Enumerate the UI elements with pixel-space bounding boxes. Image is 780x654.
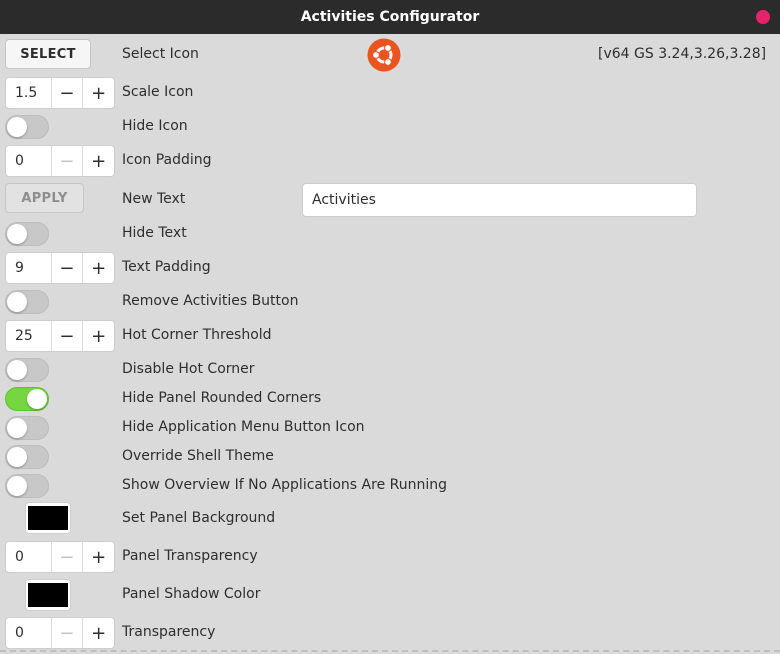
hot-corner-threshold-decrement-button[interactable]: − <box>52 321 84 351</box>
hot-corner-threshold-increment-button[interactable]: + <box>83 321 114 351</box>
text-padding-label: Text Padding <box>122 259 211 275</box>
panel-shadow-label: Panel Shadow Color <box>122 586 261 602</box>
icon-padding-increment-button[interactable]: + <box>83 146 114 176</box>
hot-corner-threshold-value[interactable]: 25 <box>6 321 52 351</box>
scale-icon-value[interactable]: 1.5 <box>6 78 52 108</box>
panel-background-label: Set Panel Background <box>122 510 276 526</box>
override-shell-theme-toggle[interactable] <box>5 445 49 469</box>
show-overview-toggle[interactable] <box>5 474 49 498</box>
remove-activities-label: Remove Activities Button <box>122 293 299 309</box>
hide-icon-label: Hide Icon <box>122 118 188 134</box>
icon-padding-decrement-button[interactable]: − <box>52 146 84 176</box>
panel-transparency-increment-button[interactable]: + <box>83 542 114 572</box>
hide-app-menu-icon-toggle[interactable] <box>5 416 49 440</box>
color-swatch <box>28 506 68 530</box>
hide-text-label: Hide Text <box>122 225 187 241</box>
toggle-knob <box>27 389 47 409</box>
transparency-decrement-button[interactable]: − <box>52 618 84 648</box>
disable-hot-corner-label: Disable Hot Corner <box>122 361 255 377</box>
new-text-label: New Text <box>122 191 186 207</box>
disable-hot-corner-toggle[interactable] <box>5 358 49 382</box>
window-title: Activities Configurator <box>300 9 480 25</box>
toggle-knob <box>7 360 27 380</box>
icon-padding-label: Icon Padding <box>122 152 212 168</box>
show-overview-label: Show Overview If No Applications Are Run… <box>122 477 448 493</box>
hot-corner-threshold-spinner: 25 − + <box>5 320 115 352</box>
transparency-value[interactable]: 0 <box>6 618 52 648</box>
ubuntu-logo-icon <box>367 38 401 72</box>
color-swatch <box>28 583 68 607</box>
hide-text-toggle[interactable] <box>5 222 49 246</box>
scale-icon-increment-button[interactable]: + <box>83 78 114 108</box>
window-bottom-edge <box>0 650 780 652</box>
toggle-knob <box>7 476 27 496</box>
panel-shadow-color-button[interactable] <box>25 579 71 611</box>
toggle-knob <box>7 292 27 312</box>
hide-rounded-corners-toggle[interactable] <box>5 387 49 411</box>
panel-transparency-value[interactable]: 0 <box>6 542 52 572</box>
text-padding-value[interactable]: 9 <box>6 253 52 283</box>
transparency-increment-button[interactable]: + <box>83 618 114 648</box>
transparency-label: Transparency <box>122 624 216 640</box>
hot-corner-threshold-label: Hot Corner Threshold <box>122 327 272 343</box>
window-titlebar: Activities Configurator <box>0 0 780 34</box>
select-icon-button[interactable]: SELECT <box>5 39 91 69</box>
hide-app-menu-icon-label: Hide Application Menu Button Icon <box>122 419 365 435</box>
hide-rounded-corners-label: Hide Panel Rounded Corners <box>122 390 322 406</box>
transparency-spinner: 0 − + <box>5 617 115 649</box>
version-text: [v64 GS 3.24,3.26,3.28] <box>598 46 767 62</box>
scale-icon-decrement-button[interactable]: − <box>52 78 84 108</box>
apply-text-button[interactable]: APPLY <box>5 183 84 213</box>
text-padding-spinner: 9 − + <box>5 252 115 284</box>
panel-transparency-label: Panel Transparency <box>122 548 258 564</box>
icon-padding-spinner: 0 − + <box>5 145 115 177</box>
toggle-knob <box>7 224 27 244</box>
toggle-knob <box>7 117 27 137</box>
select-icon-label: Select Icon <box>122 46 199 62</box>
panel-background-color-button[interactable] <box>25 502 71 534</box>
panel-transparency-decrement-button[interactable]: − <box>52 542 84 572</box>
new-text-input[interactable]: Activities <box>302 183 697 217</box>
settings-panel: SELECT Select Icon [v64 GS 3.24,3.26,3.2… <box>0 34 780 654</box>
text-padding-increment-button[interactable]: + <box>83 253 114 283</box>
close-window-button[interactable] <box>756 10 770 24</box>
override-shell-theme-label: Override Shell Theme <box>122 448 274 464</box>
toggle-knob <box>7 418 27 438</box>
remove-activities-toggle[interactable] <box>5 290 49 314</box>
panel-transparency-spinner: 0 − + <box>5 541 115 573</box>
hide-icon-toggle[interactable] <box>5 115 49 139</box>
icon-padding-value[interactable]: 0 <box>6 146 52 176</box>
scale-icon-spinner: 1.5 − + <box>5 77 115 109</box>
text-padding-decrement-button[interactable]: − <box>52 253 84 283</box>
toggle-knob <box>7 447 27 467</box>
scale-icon-label: Scale Icon <box>122 84 194 100</box>
